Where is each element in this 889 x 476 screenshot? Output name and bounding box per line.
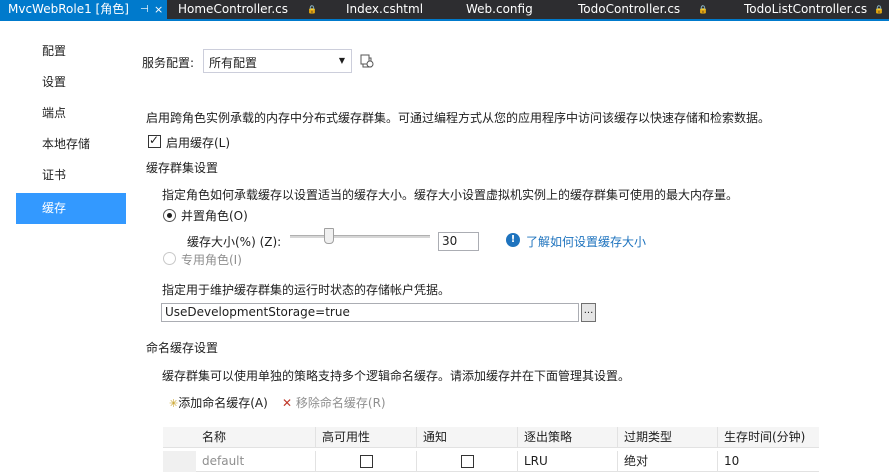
- browse-storage-button[interactable]: ...: [581, 303, 596, 322]
- service-config-dropdown[interactable]: 所有配置 ▼: [203, 49, 352, 73]
- cell-eviction-policy[interactable]: LRU: [518, 451, 618, 472]
- table-row[interactable]: default LRU 绝对 10: [163, 451, 819, 472]
- document-tab-strip: MvcWebRole1 [角色] ⊣ × HomeController.cs 🔒…: [0, 0, 889, 21]
- chevron-down-icon: ▼: [338, 56, 345, 65]
- cache-size-label: 缓存大小(%) (Z):: [187, 235, 282, 249]
- cell-name[interactable]: default: [196, 451, 316, 472]
- column-header-high-availability[interactable]: 高可用性: [316, 427, 417, 448]
- column-header-expiry-type[interactable]: 过期类型: [618, 427, 718, 448]
- copy-config-icon[interactable]: [359, 53, 375, 69]
- cell-high-availability: [316, 451, 417, 472]
- row-header[interactable]: [163, 451, 196, 472]
- cell-expiry-type[interactable]: 绝对: [618, 451, 718, 472]
- storage-description: 指定用于维护缓存群集的运行时状态的存储帐户凭据。: [162, 283, 451, 297]
- info-icon: !: [506, 233, 520, 247]
- tab-label: MvcWebRole1 [角色]: [8, 2, 129, 16]
- nav-item-certificates[interactable]: 证书: [16, 160, 126, 191]
- enable-cache-checkbox[interactable]: [148, 133, 161, 148]
- column-header-eviction-policy[interactable]: 逐出策略: [518, 427, 618, 448]
- nav-item-cache[interactable]: 缓存: [16, 193, 126, 224]
- column-header-ttl[interactable]: 生存时间(分钟): [718, 427, 819, 448]
- add-cache-label: 添加命名缓存(A): [178, 396, 268, 410]
- tab-label: Web.config: [466, 2, 533, 16]
- tab-label: Index.cshtml: [346, 2, 424, 16]
- lock-icon: 🔒: [307, 5, 317, 14]
- add-named-cache-button[interactable]: ✳添加命名缓存(A): [169, 394, 268, 411]
- cache-description: 启用跨角色实例承载的内存中分布式缓存群集。可通过编程方式从您的应用程序中访问该缓…: [146, 111, 771, 125]
- named-cache-description: 缓存群集可以使用单独的策略支持多个逻辑命名缓存。请添加缓存并在下面管理其设置。: [162, 369, 631, 383]
- remove-named-cache-button[interactable]: ✕ 移除命名缓存(R): [282, 394, 386, 411]
- remove-cache-label: 移除命名缓存(R): [295, 396, 386, 410]
- dedicated-role-label: 专用角色(I): [181, 253, 242, 267]
- tab-mvcwebrole1[interactable]: MvcWebRole1 [角色] ⊣ ×: [0, 0, 167, 19]
- add-cache-icon: ✳: [169, 397, 179, 410]
- cache-size-help-link[interactable]: 了解如何设置缓存大小: [526, 233, 646, 250]
- cell-ttl[interactable]: 10: [718, 451, 819, 472]
- cache-size-slider-track[interactable]: [290, 235, 430, 238]
- remove-cache-icon: ✕: [282, 396, 293, 410]
- storage-account-input[interactable]: UseDevelopmentStorage=true: [161, 303, 579, 322]
- high-availability-checkbox[interactable]: [360, 455, 373, 468]
- nav-item-endpoints[interactable]: 端点: [16, 98, 126, 129]
- tab-web-config[interactable]: Web.config: [458, 0, 558, 19]
- close-icon[interactable]: ×: [154, 0, 163, 19]
- cluster-section-title: 缓存群集设置: [146, 161, 219, 175]
- service-config-label: 服务配置:: [142, 56, 195, 70]
- lock-icon: 🔒: [698, 5, 708, 14]
- cluster-description: 指定角色如何承载缓存以设置适当的缓存大小。缓存大小设置虚拟机实例上的缓存群集可使…: [162, 188, 739, 202]
- notifications-checkbox[interactable]: [461, 455, 474, 468]
- nav-item-local-storage[interactable]: 本地存储: [16, 129, 126, 160]
- left-nav: 配置 设置 端点 本地存储 证书 缓存: [0, 21, 130, 476]
- tab-label: TodoListController.cs: [744, 2, 868, 16]
- lock-icon: 🔒: [874, 5, 884, 14]
- tab-index-cshtml[interactable]: Index.cshtml: [338, 0, 448, 19]
- tab-label: HomeController.cs: [178, 2, 289, 16]
- cell-notifications: [417, 451, 518, 472]
- grid-header-row: 名称 高可用性 通知 逐出策略 过期类型 生存时间(分钟): [163, 427, 819, 448]
- tab-label: TodoController.cs: [578, 2, 681, 16]
- column-header-name[interactable]: 名称: [196, 427, 316, 448]
- tab-todolistcontroller[interactable]: TodoListController.cs 🔒: [736, 0, 889, 19]
- tab-todocontroller[interactable]: TodoController.cs 🔒: [570, 0, 710, 19]
- colocated-role-label: 并置角色(O): [181, 209, 248, 223]
- cache-size-input[interactable]: 30: [438, 232, 479, 251]
- dedicated-role-radio[interactable]: [163, 252, 176, 265]
- dropdown-value: 所有配置: [209, 56, 258, 70]
- pin-icon[interactable]: ⊣: [140, 0, 149, 19]
- nav-item-settings[interactable]: 设置: [16, 67, 126, 98]
- column-header-notifications[interactable]: 通知: [417, 427, 518, 448]
- colocated-role-radio[interactable]: [163, 209, 176, 222]
- tab-homecontroller[interactable]: HomeController.cs 🔒: [170, 0, 320, 19]
- cache-size-slider-thumb[interactable]: [324, 228, 334, 244]
- named-cache-section-title: 命名缓存设置: [146, 341, 219, 355]
- nav-item-config[interactable]: 配置: [16, 36, 126, 67]
- enable-cache-label: 启用缓存(L): [166, 136, 231, 150]
